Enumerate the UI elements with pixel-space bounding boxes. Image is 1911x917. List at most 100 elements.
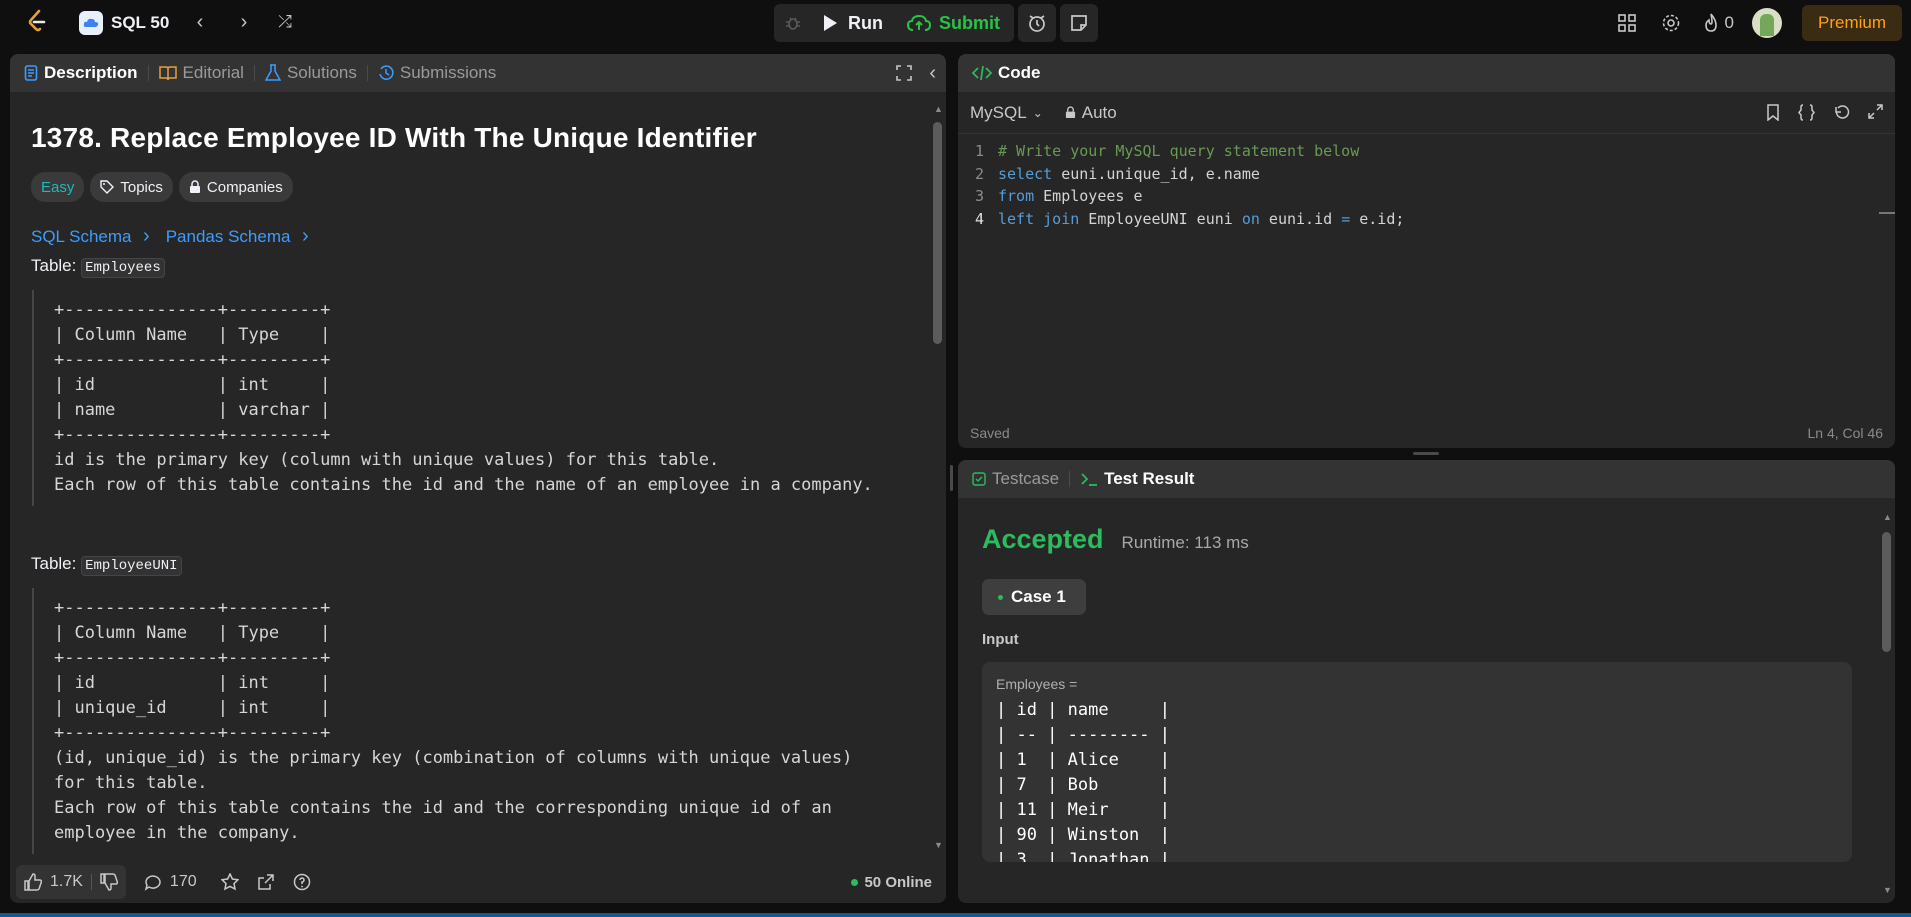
code-editor[interactable]: 1 # Write your MySQL query statement bel… bbox=[958, 140, 1895, 230]
topbar-right-group: 0 Premium bbox=[1615, 5, 1911, 41]
history-icon bbox=[379, 65, 394, 80]
next-problem-icon[interactable]: › bbox=[231, 10, 257, 36]
tab-description[interactable]: Description bbox=[24, 63, 138, 83]
panel-resize-handle[interactable] bbox=[1413, 452, 1439, 455]
layout-grid-icon[interactable] bbox=[1615, 11, 1639, 35]
star-icon[interactable] bbox=[220, 873, 239, 891]
premium-button[interactable]: Premium bbox=[1801, 5, 1902, 41]
table1-name: Employees bbox=[81, 258, 165, 278]
share-icon[interactable] bbox=[257, 873, 275, 891]
tab-submissions[interactable]: Submissions bbox=[378, 63, 496, 83]
topics-label: Topics bbox=[120, 178, 163, 196]
code-token: euni.unique_id, e.name bbox=[1052, 164, 1260, 183]
table2-heading: Table: EmployeeUNI bbox=[31, 554, 910, 576]
lock-icon bbox=[189, 180, 200, 193]
description-panel: Description Editorial Solutions Submissi… bbox=[10, 54, 946, 903]
problem-list-button[interactable]: SQL 50 bbox=[79, 10, 169, 36]
code-token: select bbox=[998, 164, 1053, 183]
thumbs-down-icon[interactable] bbox=[100, 873, 118, 891]
document-icon bbox=[24, 65, 38, 81]
table2-name: EmployeeUNI bbox=[81, 556, 182, 576]
fullscreen-icon[interactable] bbox=[896, 65, 912, 86]
input-box: Employees = | id | name | | -- | -------… bbox=[982, 662, 1852, 862]
tab-test-result[interactable]: Test Result bbox=[1080, 469, 1194, 489]
tab-divider bbox=[253, 65, 255, 81]
tag-icon bbox=[100, 180, 115, 194]
run-label: Run bbox=[848, 12, 883, 33]
prev-problem-icon[interactable]: ‹ bbox=[187, 10, 213, 36]
tab-testcase[interactable]: Testcase bbox=[972, 469, 1059, 489]
editor-status-bar: Saved Ln 4, Col 46 bbox=[958, 418, 1895, 448]
streak-counter[interactable]: 0 bbox=[1703, 13, 1734, 33]
tab-editorial-label: Editorial bbox=[182, 63, 244, 82]
tab-divider bbox=[366, 65, 368, 81]
expand-icon[interactable] bbox=[1868, 104, 1883, 119]
help-icon[interactable] bbox=[293, 873, 311, 891]
saved-status: Saved bbox=[970, 425, 1010, 441]
code-toolbar: MySQL ⌄ Auto bbox=[958, 92, 1895, 134]
thumbs-up-icon[interactable] bbox=[24, 873, 42, 891]
code-panel: Code MySQL ⌄ Auto 1 # Write your MySQL q… bbox=[958, 54, 1895, 448]
terminal-icon bbox=[1081, 473, 1098, 486]
note-icon[interactable] bbox=[1060, 4, 1098, 42]
sql-schema-link[interactable]: SQL Schema bbox=[31, 225, 150, 248]
debug-icon[interactable] bbox=[774, 4, 812, 42]
code-header: Code bbox=[958, 54, 1895, 92]
result-scrollbar[interactable]: ▲ ▼ bbox=[1879, 512, 1895, 895]
table1-schema-block: +---------------+---------+ | Column Nam… bbox=[32, 290, 910, 506]
cursor-position: Ln 4, Col 46 bbox=[1807, 425, 1884, 441]
tab-divider bbox=[1069, 471, 1071, 487]
problem-list-title: SQL 50 bbox=[111, 13, 170, 32]
streak-count: 0 bbox=[1724, 13, 1734, 32]
submit-label: Submit bbox=[939, 12, 1000, 33]
problem-tags: Easy Topics Companies bbox=[31, 172, 910, 202]
user-avatar[interactable] bbox=[1751, 8, 1782, 38]
code-icon bbox=[972, 65, 992, 81]
comments-button[interactable]: 170 bbox=[144, 873, 197, 891]
leetcode-logo-icon[interactable] bbox=[25, 9, 49, 35]
language-select[interactable]: MySQL ⌄ bbox=[970, 103, 1043, 123]
code-token: = bbox=[1341, 209, 1351, 228]
settings-gear-icon[interactable] bbox=[1659, 11, 1683, 35]
tab-testcase-label: Testcase bbox=[992, 469, 1060, 488]
input-table: | id | name | | -- | -------- | | 1 | Al… bbox=[996, 700, 1170, 862]
format-braces-icon[interactable] bbox=[1798, 104, 1815, 121]
table1-heading: Table: Employees bbox=[31, 256, 910, 278]
case-1-tab[interactable]: Case 1 bbox=[982, 579, 1086, 615]
problem-title: 1378. Replace Employee ID With The Uniqu… bbox=[31, 122, 757, 153]
tab-code[interactable]: Code bbox=[972, 63, 1041, 83]
companies-label: Companies bbox=[206, 178, 283, 196]
result-tabs: Testcase Test Result bbox=[958, 460, 1895, 498]
topics-tag-button[interactable]: Topics bbox=[90, 172, 173, 202]
submit-button[interactable]: Submit bbox=[897, 4, 1014, 42]
line-number: 4 bbox=[974, 209, 984, 228]
run-button[interactable]: Run bbox=[812, 4, 897, 42]
bookmark-icon[interactable] bbox=[1766, 104, 1780, 121]
companies-tag-button[interactable]: Companies bbox=[178, 172, 293, 202]
description-tabs: Description Editorial Solutions Submissi… bbox=[10, 54, 946, 92]
editor-scroll-marker bbox=[1879, 212, 1895, 214]
input-variable-name: Employees = bbox=[996, 676, 1078, 692]
code-line: 2 select euni.unique_id, e.name bbox=[958, 163, 1895, 186]
result-summary: Accepted Runtime: 113 ms bbox=[982, 524, 1249, 555]
shuffle-icon[interactable]: ⤮ bbox=[272, 10, 298, 36]
code-token: on bbox=[1241, 209, 1260, 228]
lock-icon bbox=[1065, 106, 1075, 118]
auto-mode-toggle[interactable]: Auto bbox=[1065, 103, 1117, 123]
tab-solutions[interactable]: Solutions bbox=[264, 63, 357, 83]
vertical-resize-handle[interactable] bbox=[950, 465, 953, 491]
line-number: 2 bbox=[974, 164, 984, 183]
collapse-panel-icon[interactable]: ‹ bbox=[929, 62, 936, 85]
accepted-status: Accepted bbox=[982, 524, 1104, 554]
comment-icon bbox=[144, 875, 161, 891]
timer-icon[interactable] bbox=[1018, 4, 1056, 42]
line-number: 1 bbox=[974, 142, 984, 160]
description-scrollbar[interactable]: ▲ ▼ bbox=[930, 104, 946, 850]
reset-icon[interactable] bbox=[1833, 104, 1850, 121]
tab-editorial[interactable]: Editorial bbox=[158, 63, 244, 83]
tab-divider bbox=[147, 65, 149, 81]
code-token: left join bbox=[998, 209, 1080, 228]
pandas-schema-link[interactable]: Pandas Schema bbox=[166, 225, 309, 248]
flask-icon bbox=[264, 64, 281, 81]
bottom-accent-line bbox=[0, 913, 1911, 917]
